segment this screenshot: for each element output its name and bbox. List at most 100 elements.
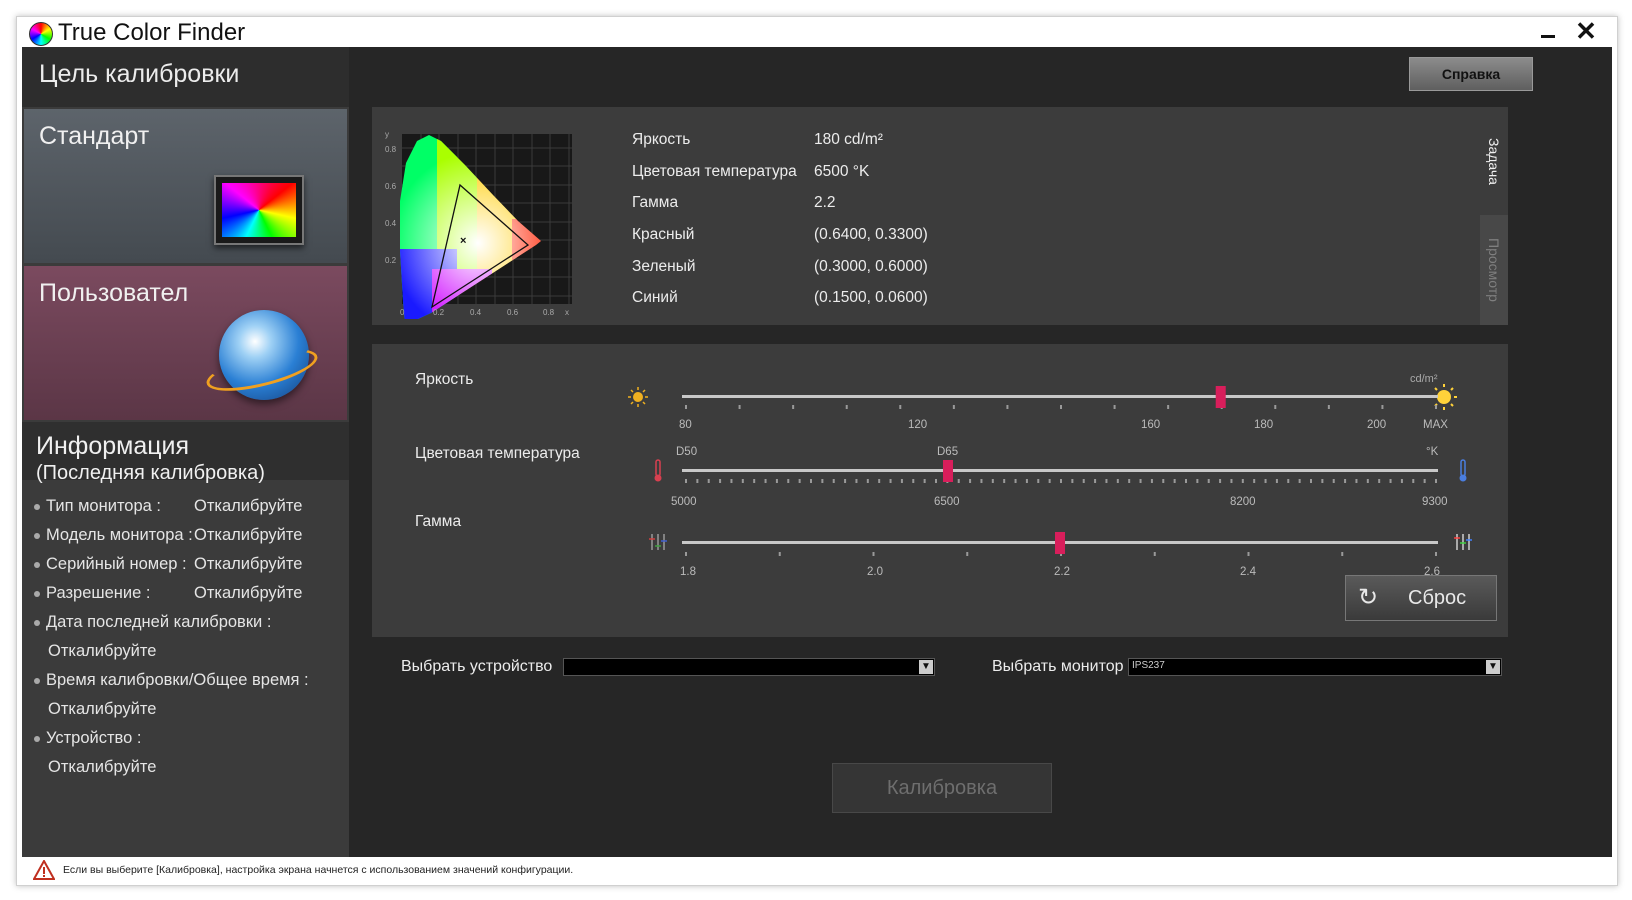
chevron-down-icon: ▼ <box>1486 660 1500 674</box>
slider-tick <box>1014 479 1017 483</box>
target-row: Синий (0.1500, 0.0600) <box>632 282 928 314</box>
brightness-tick-label: 160 <box>1141 419 1160 431</box>
tab-view[interactable]: Просмотр <box>1480 215 1508 325</box>
slider-tick <box>1167 405 1170 409</box>
slider-tick <box>1139 479 1142 483</box>
slider-tick <box>1253 479 1256 483</box>
slider-tick <box>1162 479 1165 483</box>
slider-tick <box>1025 479 1028 483</box>
sidebar-header: Цель калибровки <box>22 47 349 107</box>
brightness-label: Яркость <box>415 371 474 388</box>
calibrate-button[interactable]: Калибровка <box>832 763 1052 813</box>
close-button[interactable]: ✕ <box>1573 17 1599 45</box>
slider-tick <box>730 479 733 483</box>
slider-tick <box>1230 479 1233 483</box>
cie-diagram: × y 0.8 0.6 0.4 0.2 0 0.2 0.4 0.6 0.8 x <box>377 129 577 324</box>
help-button[interactable]: Справка <box>1409 57 1533 91</box>
slider-tick <box>957 479 960 483</box>
slider-tick <box>1321 479 1324 483</box>
cie-x-tick: 0.4 <box>470 308 482 317</box>
target-row: Гамма 2.2 <box>632 187 836 219</box>
slider-tick <box>1060 405 1062 409</box>
info-label: Серийный номер : <box>46 555 187 573</box>
cie-x-tick: 0.8 <box>543 308 555 317</box>
slider-tick <box>1113 405 1116 409</box>
chevron-down-icon: ▼ <box>919 660 933 674</box>
slider-tick <box>696 479 699 483</box>
brightness-tick-label: 120 <box>908 419 927 431</box>
target-value: (0.6400, 0.3300) <box>814 226 928 244</box>
app-title: True Color Finder <box>58 19 246 46</box>
target-label: Яркость <box>632 131 691 148</box>
target-value: 6500 °K <box>814 162 870 180</box>
cie-x-tick: 0.6 <box>507 308 519 317</box>
slider-tick <box>1378 479 1381 483</box>
sidebar-title: Цель калибровки <box>39 60 240 88</box>
slider-tick <box>778 552 781 556</box>
slider-tick <box>1435 552 1437 556</box>
slider-tick <box>707 479 710 483</box>
slider-tick <box>1275 479 1278 483</box>
slider-tick <box>1423 479 1426 483</box>
temperature-track[interactable] <box>682 469 1438 472</box>
target-value: 180 cd/m² <box>814 131 883 148</box>
slider-tick <box>1196 479 1199 483</box>
info-value: Откалибруйте <box>194 526 303 544</box>
brightness-thumb[interactable] <box>1215 386 1226 408</box>
thermometer-red-icon <box>654 459 662 482</box>
user-mode-card[interactable]: Пользовател <box>24 266 347 420</box>
slider-tick <box>980 479 983 483</box>
slider-tick <box>787 479 790 483</box>
info-title: Информация (Последняя калибровка) <box>36 433 265 487</box>
cie-y-tick: 0.8 <box>385 145 397 154</box>
info-label: Тип монитора : <box>46 497 162 515</box>
temperature-thumb[interactable] <box>943 460 953 482</box>
temperature-tick-label: 8200 <box>1230 496 1256 508</box>
target-value: (0.1500, 0.0600) <box>814 289 928 307</box>
target-value: 2.2 <box>814 194 836 212</box>
temperature-preset: D50 <box>676 446 697 458</box>
standard-mode-card[interactable]: Стандарт <box>24 109 347 263</box>
slider-tick <box>966 552 969 556</box>
minimize-button[interactable] <box>1535 19 1559 43</box>
slider-tick <box>1094 479 1097 483</box>
slider-tick <box>845 405 848 409</box>
cie-y-tick: 0.2 <box>385 256 397 265</box>
slider-tick <box>1207 479 1210 483</box>
info-row: Время калибровки/Общее время : <box>34 666 344 695</box>
monitor-select-label: Выбрать монитор <box>992 658 1124 675</box>
brightness-ticks <box>685 405 1437 409</box>
user-mode-label: Пользовател <box>39 279 189 307</box>
slider-tick <box>738 405 741 409</box>
monitor-select[interactable]: IPS237 ▼ <box>1128 658 1502 676</box>
slider-tick <box>798 479 801 483</box>
cie-x-tick: 0.2 <box>433 308 445 317</box>
gamma-thumb[interactable] <box>1055 532 1065 554</box>
slider-tick <box>1298 479 1301 483</box>
info-value: Откалибруйте <box>48 700 157 718</box>
slider-tick <box>1274 405 1277 409</box>
slider-tick <box>764 479 767 483</box>
gamma-tick-label: 2.2 <box>1054 566 1070 578</box>
gamma-label: Гамма <box>415 513 462 530</box>
slider-tick <box>900 479 903 483</box>
brightness-track[interactable] <box>682 395 1438 398</box>
slider-tick <box>1060 479 1062 483</box>
slider-tick <box>685 405 687 409</box>
device-select[interactable]: ▼ <box>563 658 935 676</box>
slider-tick <box>935 479 937 483</box>
reset-button[interactable]: ↻ Сброс <box>1345 575 1497 621</box>
tab-task[interactable]: Задача <box>1480 107 1508 215</box>
slider-tick <box>844 479 847 483</box>
target-label: Зеленый <box>632 257 696 275</box>
temperature-unit: °K <box>1426 446 1439 458</box>
info-value: Откалибруйте <box>48 758 157 776</box>
standard-mode-label: Стандарт <box>39 122 150 150</box>
slider-tick <box>753 479 756 483</box>
slider-tick <box>685 552 687 556</box>
info-subtitle: (Последняя калибровка) <box>36 462 265 484</box>
brightness-tick-label: 80 <box>679 419 692 431</box>
sun-small-icon <box>628 387 648 407</box>
main-area: Цель калибровки Стандарт Пользовател Инф… <box>22 47 1612 857</box>
temperature-tick-label: 5000 <box>671 496 697 508</box>
